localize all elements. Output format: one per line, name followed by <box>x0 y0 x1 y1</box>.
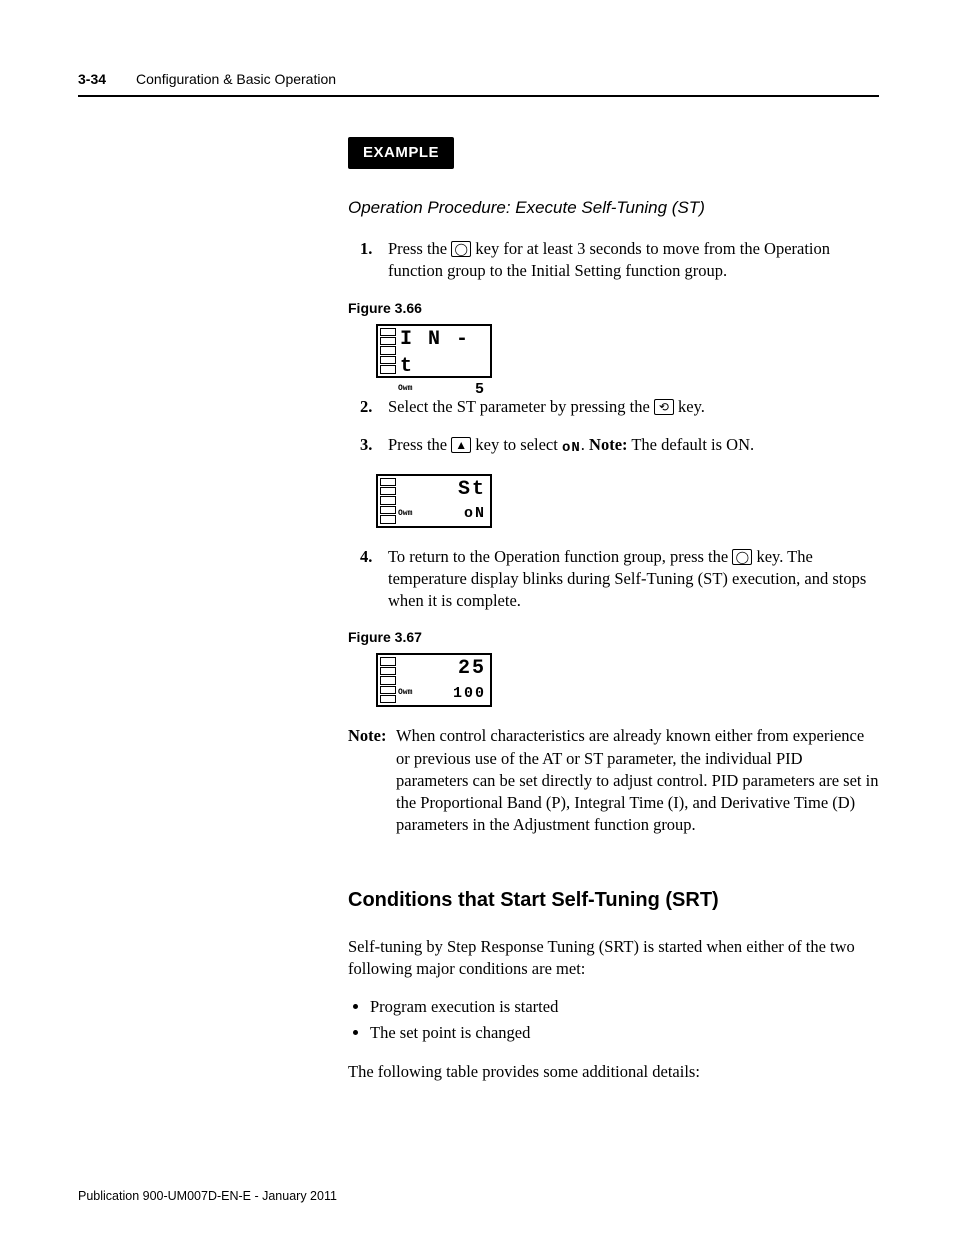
lcd-box <box>380 686 396 694</box>
example-tag: EXAMPLE <box>348 137 454 169</box>
step-number: 1. <box>360 238 372 260</box>
lcd-top-row: I N - t <box>400 326 486 380</box>
step-text: Select the ST parameter by pressing the <box>388 397 654 416</box>
lcd-box <box>380 365 396 373</box>
lcd-top-row: 25 <box>400 655 486 682</box>
cycle-key-icon: ⟲ <box>654 399 674 415</box>
lcd-box <box>380 337 396 345</box>
lcd-box <box>380 515 396 523</box>
lcd-box <box>380 506 396 514</box>
page-header: 3-34 Configuration & Basic Operation <box>78 70 879 97</box>
step-list: 4. To return to the Operation function g… <box>348 546 879 613</box>
step-text: The default is ON. <box>628 435 755 454</box>
circle-key-icon: ◯ <box>732 549 752 565</box>
lcd-box <box>380 328 396 336</box>
step-text: To return to the Operation function grou… <box>388 547 732 566</box>
lcd-sidebar <box>380 478 396 524</box>
lcd-display: 25 Owm 100 <box>376 653 492 707</box>
step-text: key to select <box>471 435 562 454</box>
lcd-bottom-row: Owm 100 <box>400 682 486 705</box>
footer: Publication 900-UM007D-EN-E - January 20… <box>78 1188 337 1205</box>
figure-label: Figure 3.66 <box>348 299 879 318</box>
lcd-box <box>380 487 396 495</box>
lcd-value: 100 <box>453 684 486 704</box>
lcd-box <box>380 496 396 504</box>
lcd-right: 25 Owm 100 <box>400 655 486 705</box>
chapter-title: Configuration & Basic Operation <box>136 70 336 89</box>
lcd-bottom-row: Owm oN <box>400 503 486 526</box>
owm-label: Owm <box>398 384 412 395</box>
step-text: Press the <box>388 435 451 454</box>
lcd-value: oN <box>464 504 486 524</box>
lcd-right: I N - t Owm5 <box>400 326 486 376</box>
lcd-box <box>380 356 396 364</box>
section-heading: Conditions that Start Self-Tuning (SRT) <box>348 887 879 914</box>
step-list: 2. Select the ST parameter by pressing t… <box>348 396 879 458</box>
procedure-title: Operation Procedure: Execute Self-Tuning… <box>348 197 879 220</box>
lcd-sidebar <box>380 328 396 374</box>
step-number: 3. <box>360 434 372 456</box>
lcd-top-row: St <box>400 476 486 503</box>
note-body: When control characteristics are already… <box>396 725 879 836</box>
page-number: 3-34 <box>78 70 106 89</box>
step-list: 1. Press the ◯ key for at least 3 second… <box>348 238 879 283</box>
step-number: 4. <box>360 546 372 568</box>
lcd-display: I N - t Owm5 <box>376 324 492 378</box>
step-2: 2. Select the ST parameter by pressing t… <box>360 396 879 418</box>
step-text: key. <box>674 397 705 416</box>
lcd-box <box>380 676 396 684</box>
step-1: 1. Press the ◯ key for at least 3 second… <box>360 238 879 283</box>
step-text: Press the <box>388 239 451 258</box>
step-3: 3. Press the ▲ key to select oN. Note: T… <box>360 434 879 458</box>
step-4: 4. To return to the Operation function g… <box>360 546 879 613</box>
up-key-icon: ▲ <box>451 437 471 453</box>
lcd-box <box>380 657 396 665</box>
note-block: Note: When control characteristics are a… <box>348 725 879 836</box>
owm-label: Owm <box>398 688 412 699</box>
lcd-sidebar <box>380 657 396 703</box>
lcd-box <box>380 346 396 354</box>
owm-label: Owm <box>398 509 412 520</box>
lcd-display: St Owm oN <box>376 474 492 528</box>
figure-label: Figure 3.67 <box>348 628 879 647</box>
lcd-box <box>380 667 396 675</box>
body-paragraph: Self-tuning by Step Response Tuning (SRT… <box>348 936 879 981</box>
bullet-item: The set point is changed <box>370 1022 879 1044</box>
content: EXAMPLE Operation Procedure: Execute Sel… <box>348 137 879 1083</box>
step-number: 2. <box>360 396 372 418</box>
circle-key-icon: ◯ <box>451 241 471 257</box>
page: 3-34 Configuration & Basic Operation EXA… <box>0 0 954 1235</box>
lcd-box <box>380 695 396 703</box>
bullet-list: Program execution is started The set poi… <box>370 996 879 1045</box>
step-text: . <box>581 435 589 454</box>
body-paragraph: The following table provides some additi… <box>348 1061 879 1083</box>
segment-text: oN <box>562 440 581 456</box>
note-label: Note: <box>348 725 396 836</box>
bullet-item: Program execution is started <box>370 996 879 1018</box>
inline-note-label: Note: <box>589 435 627 454</box>
lcd-right: St Owm oN <box>400 476 486 526</box>
lcd-box <box>380 478 396 486</box>
